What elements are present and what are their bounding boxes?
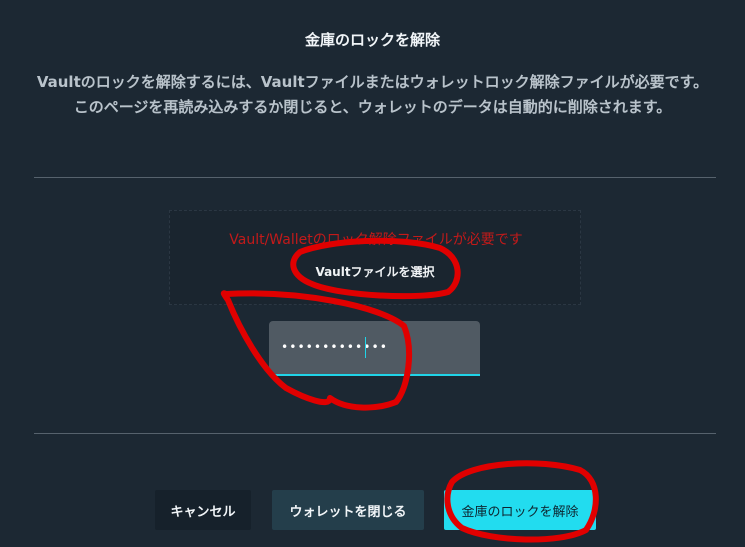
select-vault-file-button[interactable]: Vaultファイルを選択 <box>298 258 452 284</box>
password-input[interactable] <box>281 335 466 359</box>
unlock-vault-dialog: 金庫のロックを解除 Vaultのロックを解除するには、Vaultファイルまたはウ… <box>0 0 745 547</box>
close-wallet-button[interactable]: ウォレットを閉じる <box>272 490 424 530</box>
password-field[interactable] <box>269 321 480 376</box>
text-caret <box>365 337 366 358</box>
file-drop-panel[interactable]: Vault/Walletのロック解除ファイルが必要です Vaultファイルを選択 <box>169 210 581 305</box>
unlock-vault-button[interactable]: 金庫のロックを解除 <box>444 490 596 530</box>
dialog-description: Vaultのロックを解除するには、Vaultファイルまたはウォレットロック解除フ… <box>36 73 709 116</box>
top-divider <box>34 177 716 178</box>
file-required-message: Vault/Walletのロック解除ファイルが必要です <box>229 232 523 248</box>
cancel-button[interactable]: キャンセル <box>155 490 251 530</box>
dialog-title: 金庫のロックを解除 <box>304 31 440 49</box>
bottom-divider <box>34 433 716 434</box>
